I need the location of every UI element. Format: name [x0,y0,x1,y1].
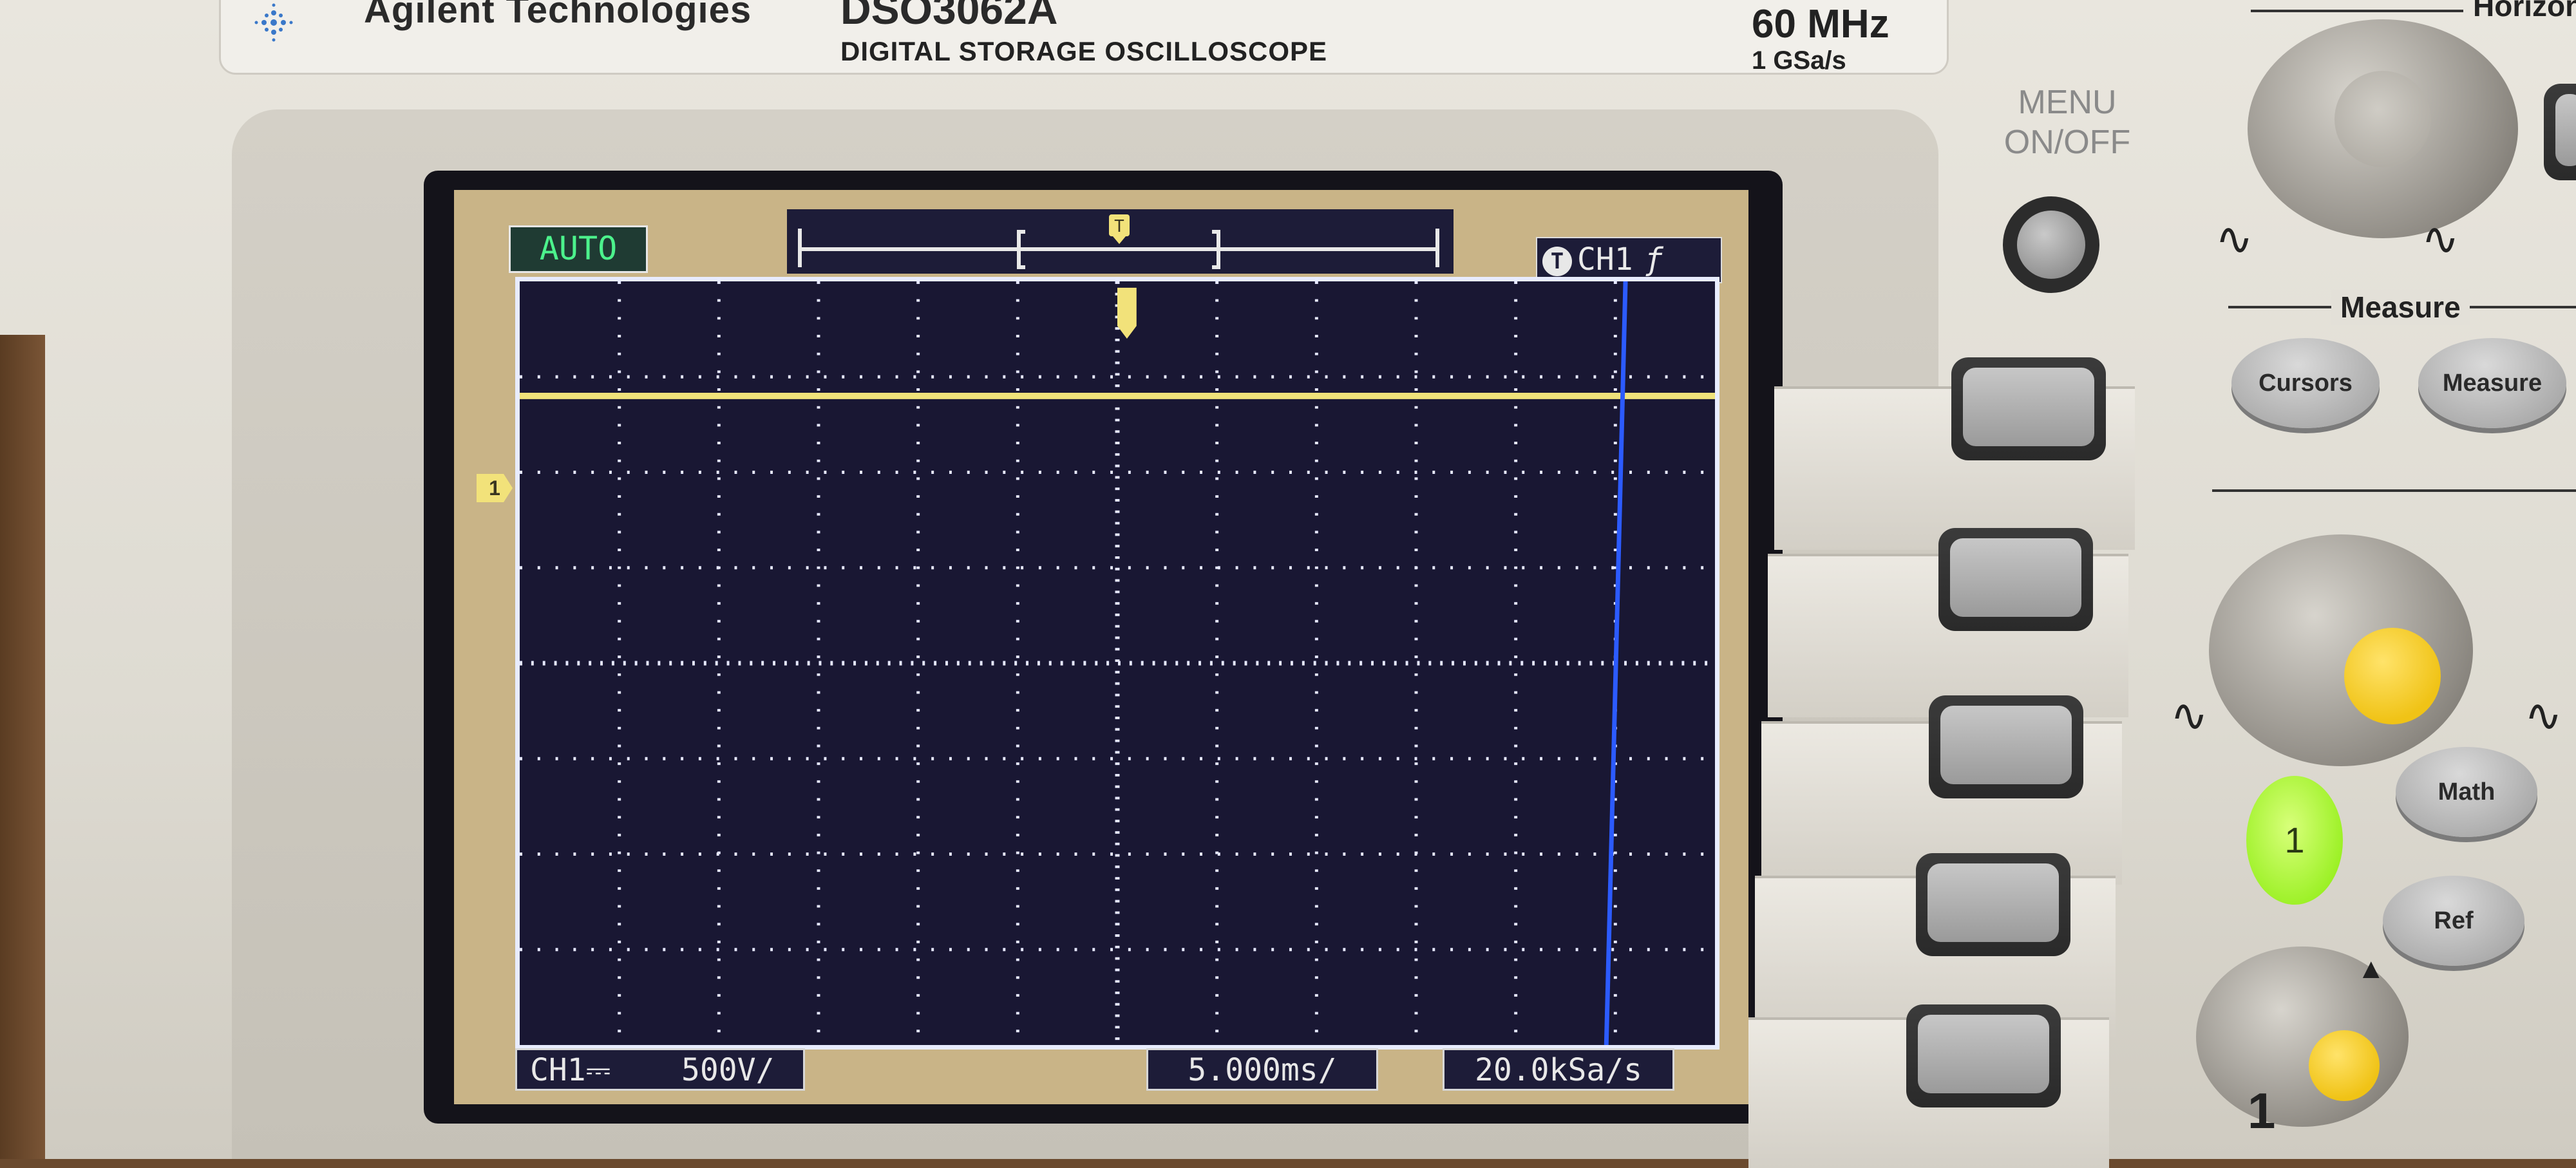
trigger-position-marker [1117,287,1137,339]
measure-section-label: Measure [2331,290,2470,325]
trigger-icon: T [1542,247,1572,276]
waveform-graticule [515,277,1719,1050]
cursors-button[interactable]: Cursors [2231,338,2380,428]
channel1-position-knob-cap [2344,628,2441,724]
svg-text:T: T [1114,217,1124,236]
softkey-3[interactable] [1929,695,2083,798]
memory-position-bar: T [787,209,1454,274]
bandwidth-spec: 60 MHz [1752,2,1889,46]
sample-rate-spec: 1 GSa/s [1752,46,1846,75]
acquisition-mode-badge: AUTO [509,225,648,273]
dc-coupling-icon: ⎓ [585,1052,611,1088]
softkey-2[interactable] [1938,528,2093,631]
horizontal-fine-wave-icon: ∿ [2215,214,2253,264]
channel-scale-box: CH1⎓ 500V/ [515,1048,805,1091]
channel1-button[interactable]: 1 [2246,776,2343,905]
horizontal-coarse-wave-icon: ∿ [2421,214,2459,264]
menu-on-off-button[interactable] [2003,196,2099,293]
graticule-grid [520,281,1715,1045]
brand-name: Agilent Technologies [364,0,752,31]
math-button[interactable]: Math [2396,747,2537,837]
softkey-5[interactable] [1906,1004,2061,1107]
channel1-label: 1 [2248,1082,2276,1139]
vertical-section-line [2212,489,2576,492]
wooden-bench [0,335,45,1159]
menu-on-off-label: MENU ON/OFF [2003,84,2131,161]
channel1-scale-arrow-icon: ▲ [2357,953,2385,984]
model-description: DIGITAL STORAGE OSCILLOSCOPE [840,36,1328,66]
horizontal-position-knob-cap [2334,71,2431,167]
model-number: DSO3062A [840,0,1058,33]
status-bar: CH1⎓ 500V/ 5.000ms/ 20.0kSa/s [515,1048,1719,1093]
time-per-div: 5.000ms/ [1146,1048,1378,1091]
horizontal-section-label: Horizontal [2473,0,2576,23]
volts-per-div: 500V/ [681,1052,775,1088]
sampling-rate-readout: 20.0kSa/s [1443,1048,1674,1091]
horizontal-menu-button[interactable] [2544,84,2576,180]
softkey-1[interactable] [1951,357,2106,460]
agilent-logo-icon [254,3,293,42]
status-channel: CH1 [530,1052,586,1088]
rising-edge-icon: ƒ [1644,241,1663,278]
measure-button[interactable]: Measure [2418,338,2566,428]
horizontal-section-line [2251,10,2463,12]
trigger-source: CH1 [1577,241,1633,278]
ref-button[interactable]: Ref [2383,876,2524,966]
vertical-wave-left-icon: ∿ [2170,690,2208,740]
channel1-volts-knob-cap [2309,1030,2380,1101]
vertical-wave-right-icon: ∿ [2524,690,2562,740]
softkey-4[interactable] [1916,853,2070,956]
